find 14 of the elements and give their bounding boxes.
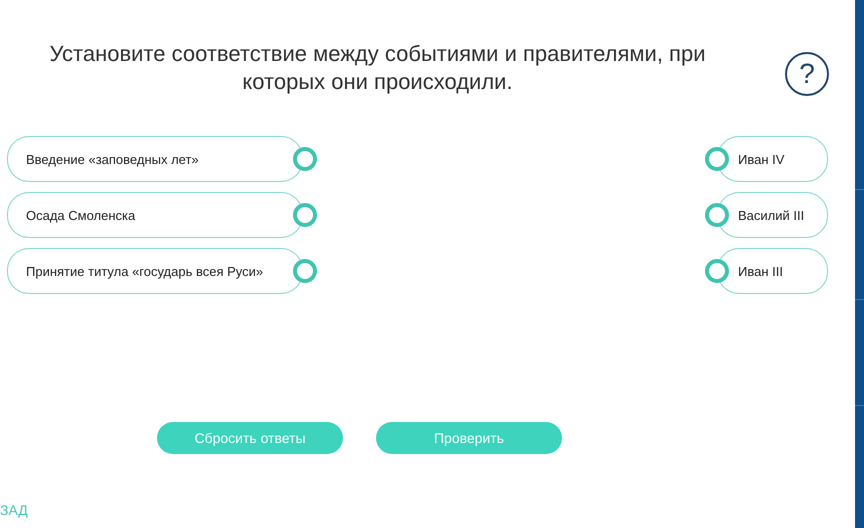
event-card[interactable]: Введение «заповедных лет» [7,136,303,182]
event-card[interactable]: Осада Смоленска [7,192,303,238]
ruler-card[interactable]: Иван IV [717,136,828,182]
connector-handle[interactable] [705,203,729,227]
event-card[interactable]: Принятие титула «государь всея Руси» [7,248,303,294]
task-title: Установите соответствие между событиями и правителями, при которых они происходили. [48,40,706,96]
connector-handle[interactable] [293,203,317,227]
connector-handle[interactable] [293,259,317,283]
connector-handle[interactable] [293,147,317,171]
ruler-card[interactable]: Иван III [717,248,828,294]
ruler-card[interactable]: Василий III [717,192,828,238]
help-button[interactable]: ? [785,52,829,96]
connector-handle[interactable] [705,147,729,171]
connector-handle[interactable] [705,259,729,283]
